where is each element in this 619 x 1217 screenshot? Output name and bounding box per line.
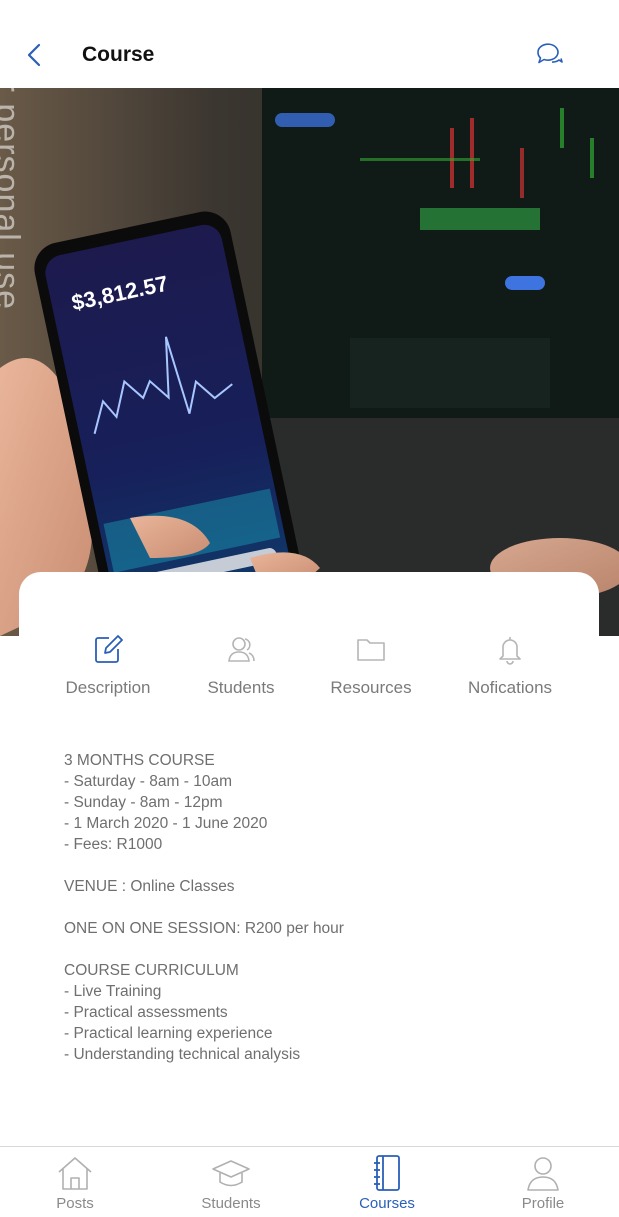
desc-line: - Practical learning experience bbox=[64, 1025, 273, 1042]
desc-line: - Fees: R1000 bbox=[64, 836, 163, 853]
home-icon bbox=[58, 1157, 92, 1190]
course-tabs: Description Students Resources Noficatio… bbox=[0, 632, 619, 712]
nav-students[interactable]: Students bbox=[171, 1153, 291, 1212]
bell-icon bbox=[499, 637, 521, 665]
tab-students[interactable]: Students bbox=[166, 632, 316, 712]
trading-phone-illustration: $3,812.57 bbox=[0, 88, 619, 636]
course-hero-image: $3,812.57 bbox=[0, 88, 619, 636]
nav-students-label: Students bbox=[201, 1195, 261, 1212]
curriculum-block: COURSE CURRICULUM - Live Training - Prac… bbox=[64, 960, 564, 1065]
venue-line: VENUE : Online Classes bbox=[64, 878, 235, 895]
nav-posts[interactable]: Posts bbox=[15, 1153, 135, 1212]
desc-line: 3 MONTHS COURSE bbox=[64, 752, 215, 769]
schedule-block: 3 MONTHS COURSE - Saturday - 8am - 10am … bbox=[64, 750, 564, 855]
app-header: Course bbox=[0, 0, 619, 88]
edit-icon bbox=[95, 635, 123, 663]
tab-resources-label: Resources bbox=[330, 678, 412, 697]
back-arrow-icon[interactable] bbox=[20, 40, 50, 70]
user-icon bbox=[527, 1157, 559, 1191]
nav-courses-label: Courses bbox=[359, 1195, 415, 1212]
nav-profile[interactable]: Profile bbox=[483, 1153, 603, 1212]
bottom-navigation: Posts Students Courses Profile bbox=[0, 1146, 619, 1217]
users-icon bbox=[228, 637, 255, 662]
desc-line: COURSE CURRICULUM bbox=[64, 962, 239, 979]
session-line: ONE ON ONE SESSION: R200 per hour bbox=[64, 920, 344, 937]
desc-line: - Sunday - 8am - 12pm bbox=[64, 794, 223, 811]
desc-line: - 1 March 2020 - 1 June 2020 bbox=[64, 815, 268, 832]
desc-line: - Practical assessments bbox=[64, 1004, 228, 1021]
nav-posts-label: Posts bbox=[56, 1195, 94, 1212]
tab-notifications[interactable]: Nofications bbox=[435, 632, 585, 712]
nav-courses[interactable]: Courses bbox=[327, 1153, 447, 1212]
page-title: Course bbox=[82, 43, 155, 66]
desc-line: - Live Training bbox=[64, 983, 162, 1000]
tab-students-label: Students bbox=[207, 678, 275, 697]
chat-icon[interactable] bbox=[532, 38, 564, 70]
nav-profile-label: Profile bbox=[521, 1195, 565, 1212]
folder-icon bbox=[357, 639, 385, 661]
notebook-icon bbox=[374, 1155, 400, 1191]
tab-notifications-label: Nofications bbox=[467, 678, 553, 697]
tab-resources[interactable]: Resources bbox=[296, 632, 446, 712]
desc-line: - Understanding technical analysis bbox=[64, 1046, 301, 1063]
graduation-cap-icon bbox=[212, 1160, 250, 1187]
course-description: 3 MONTHS COURSE - Saturday - 8am - 10am … bbox=[64, 750, 564, 1086]
tab-description[interactable]: Description bbox=[33, 632, 183, 712]
tab-description-label: Description bbox=[65, 678, 151, 697]
desc-line: - Saturday - 8am - 10am bbox=[64, 773, 232, 790]
